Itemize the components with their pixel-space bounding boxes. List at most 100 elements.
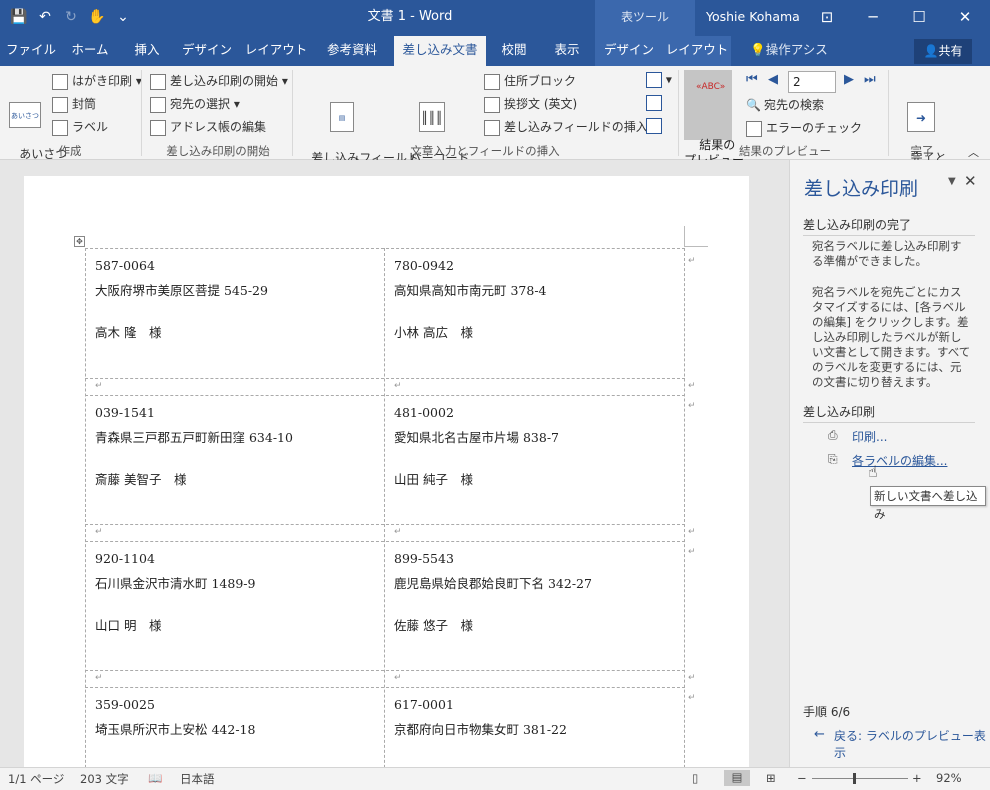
share-label: 共有 — [938, 44, 963, 58]
paragraph-mark: ↵ — [95, 527, 103, 537]
label-cell[interactable]: 617-0001 京都府向日市物集女町 381-22 — [394, 697, 567, 761]
insert-merge-field-button[interactable]: 差し込みフィールドの挿入 ▾ — [484, 118, 658, 136]
rules-button[interactable]: ▾ — [646, 72, 672, 88]
pane-options-icon[interactable]: ▼ — [948, 176, 956, 187]
start-mail-merge-button[interactable]: 差し込み印刷の開始 ▾ — [150, 72, 288, 90]
read-mode-icon[interactable]: ▯ — [692, 771, 698, 785]
record-number-input[interactable]: 2 — [788, 71, 836, 93]
redo-icon[interactable]: ↻ — [60, 6, 82, 28]
address-block-button[interactable]: 住所ブロック — [484, 72, 576, 90]
match-fields-button[interactable] — [646, 95, 662, 111]
tab-mailings[interactable]: 差し込み文書 — [394, 36, 486, 66]
zoom-level[interactable]: 92% — [936, 771, 962, 785]
start-merge-icon — [150, 73, 166, 90]
label-zip: 617-0001 — [394, 697, 454, 712]
label-cell[interactable]: 899-5543 鹿児島県姶良郡姶良町下名 342-27 佐藤 悠子 様 — [394, 551, 592, 634]
undo-icon[interactable]: ↶ — [34, 6, 56, 28]
print-link[interactable]: 印刷... — [852, 428, 887, 445]
share-button[interactable]: 👤共有 — [914, 39, 972, 64]
print-layout-icon[interactable]: ▤ — [724, 770, 750, 786]
user-name[interactable]: Yoshie Kohama — [706, 0, 800, 36]
rules-icon — [646, 72, 662, 88]
label-name: 山口 明 様 — [95, 618, 162, 633]
save-icon[interactable]: 💾 — [8, 6, 30, 28]
labels-button[interactable]: ラベル — [52, 118, 108, 136]
collapse-ribbon-icon[interactable]: ︿ — [968, 144, 979, 160]
update-labels-button[interactable] — [646, 118, 662, 134]
merge-field-icon — [484, 119, 500, 136]
zoom-slider-thumb[interactable] — [853, 773, 856, 784]
language-indicator[interactable]: 日本語 — [180, 771, 215, 787]
label-cell[interactable]: 359-0025 埼玉県所沢市上安松 442-18 — [95, 697, 255, 761]
last-record-icon[interactable]: ⏭ — [864, 72, 876, 87]
label-name: 斎藤 美智子 様 — [95, 472, 187, 487]
select-recipients-button[interactable]: 宛先の選択 ▾ — [150, 95, 240, 113]
touch-mode-icon[interactable]: ✋ — [86, 6, 108, 28]
proofing-icon[interactable]: 📖 — [148, 771, 162, 785]
edit-individual-labels-link[interactable]: 各ラベルの編集... — [852, 452, 947, 469]
preview-results-button[interactable]: «ABC» 結果の プレビュー — [684, 70, 744, 167]
minimize-button[interactable]: ─ — [850, 0, 896, 36]
end-of-row-mark: ↵ — [688, 673, 696, 683]
group-label-start: 差し込み印刷の開始 — [166, 144, 270, 158]
labels-label: ラベル — [72, 120, 109, 134]
tab-table-design[interactable]: デザイン — [595, 36, 663, 66]
label-address: 石川県金沢市清水町 1489-9 — [95, 576, 256, 591]
table-move-handle-icon[interactable]: ✥ — [74, 236, 85, 247]
end-of-row-mark: ↵ — [688, 527, 696, 537]
tab-file[interactable]: ファイル — [4, 36, 58, 66]
pane-instructions-text: 宛名ラベルを宛先ごとにカスタマイズするには、[各ラベルの編集] をクリックします… — [812, 285, 971, 389]
tab-review[interactable]: 校閲 — [490, 36, 538, 66]
tab-home[interactable]: ホーム — [62, 36, 118, 66]
highlight-fields-icon: ▤ — [330, 102, 354, 132]
ribbon-mailings: あいさつ あいさつ 文 はがき印刷 ▾ 封筒 ラベル 作成 差し込み印刷の開始 … — [0, 66, 990, 180]
preview-results-icon: «ABC» — [696, 82, 726, 92]
group-label-create: 作成 — [58, 144, 82, 158]
label-zip: 039-1541 — [95, 405, 155, 420]
pane-close-icon[interactable]: ✕ — [964, 172, 977, 190]
tab-view[interactable]: 表示 — [542, 36, 592, 66]
find-recipient-label: 宛先の検索 — [763, 98, 824, 112]
greeting-line-button[interactable]: 挨拶文 (英文) — [484, 95, 577, 113]
postcard-print-button[interactable]: はがき印刷 ▾ — [52, 72, 142, 90]
pane-section-merge: 差し込み印刷 — [803, 403, 975, 423]
match-fields-icon — [646, 95, 662, 111]
pane-ready-text: 宛名ラベルに差し込み印刷する準備ができました。 — [812, 239, 962, 268]
barcode-icon: ║║║ — [419, 102, 445, 132]
tab-table-layout[interactable]: レイアウト — [663, 36, 731, 66]
label-cell[interactable]: 920-1104 石川県金沢市清水町 1489-9 山口 明 様 — [95, 551, 255, 634]
check-errors-button[interactable]: エラーのチェック — [746, 119, 862, 137]
label-address: 愛知県北名古屋市片場 838-7 — [394, 430, 560, 445]
label-address: 埼玉県所沢市上安松 442-18 — [95, 722, 256, 737]
back-arrow-icon[interactable]: ← — [814, 727, 825, 742]
label-cell[interactable]: 039-1541 青森県三戸郡五戸町新田窪 634-10 斎藤 美智子 様 — [95, 405, 293, 488]
back-to-preview-link[interactable]: 戻る: ラベルのプレビュー表示 — [834, 727, 990, 761]
tab-insert[interactable]: 挿入 — [122, 36, 172, 66]
zoom-in-icon[interactable]: + — [912, 771, 922, 785]
tab-layout[interactable]: レイアウト — [242, 36, 310, 66]
first-record-icon[interactable]: ⏮ — [746, 72, 758, 87]
tell-me-box[interactable]: 💡操作アシスト — [744, 36, 834, 85]
label-cell[interactable]: 780-0942 高知県高知市南元町 378-4 小林 高広 様 — [394, 258, 547, 341]
word-count[interactable]: 203 文字 — [80, 771, 129, 787]
previous-record-icon[interactable]: ◀ — [768, 72, 778, 87]
close-button[interactable]: ✕ — [942, 0, 988, 36]
zoom-slider[interactable] — [812, 778, 908, 779]
tab-design[interactable]: デザイン — [176, 36, 238, 66]
zoom-out-icon[interactable]: − — [797, 771, 807, 785]
ribbon-display-options-icon[interactable]: ⊡ — [804, 0, 850, 36]
edit-recipient-list-button[interactable]: アドレス帳の編集 — [150, 118, 266, 136]
label-cell[interactable]: 587-0064 大阪府堺市美原区菩提 545-29 高木 隆 様 — [95, 258, 268, 341]
customize-qat-icon[interactable]: ⌄ — [112, 6, 134, 28]
next-record-icon[interactable]: ▶ — [844, 72, 854, 87]
envelopes-button[interactable]: 封筒 — [52, 95, 96, 113]
title-bar: 💾 ↶ ↻ ✋ ⌄ 文書 1 - Word 表ツール Yoshie Kohama… — [0, 0, 990, 36]
page-count[interactable]: 1/1 ページ — [8, 771, 64, 787]
web-layout-icon[interactable]: ⊞ — [766, 771, 776, 785]
label-cell[interactable]: 481-0002 愛知県北名古屋市片場 838-7 山田 純子 様 — [394, 405, 559, 488]
tab-references[interactable]: 参考資料 — [314, 36, 390, 66]
find-recipient-button[interactable]: 🔍 宛先の検索 — [746, 96, 824, 113]
group-separator — [888, 70, 889, 156]
maximize-button[interactable]: ☐ — [896, 0, 942, 36]
document-page[interactable]: ✥ 587-0064 大阪府堺市美原区菩提 545-29 高木 隆 様 780-… — [24, 176, 749, 788]
